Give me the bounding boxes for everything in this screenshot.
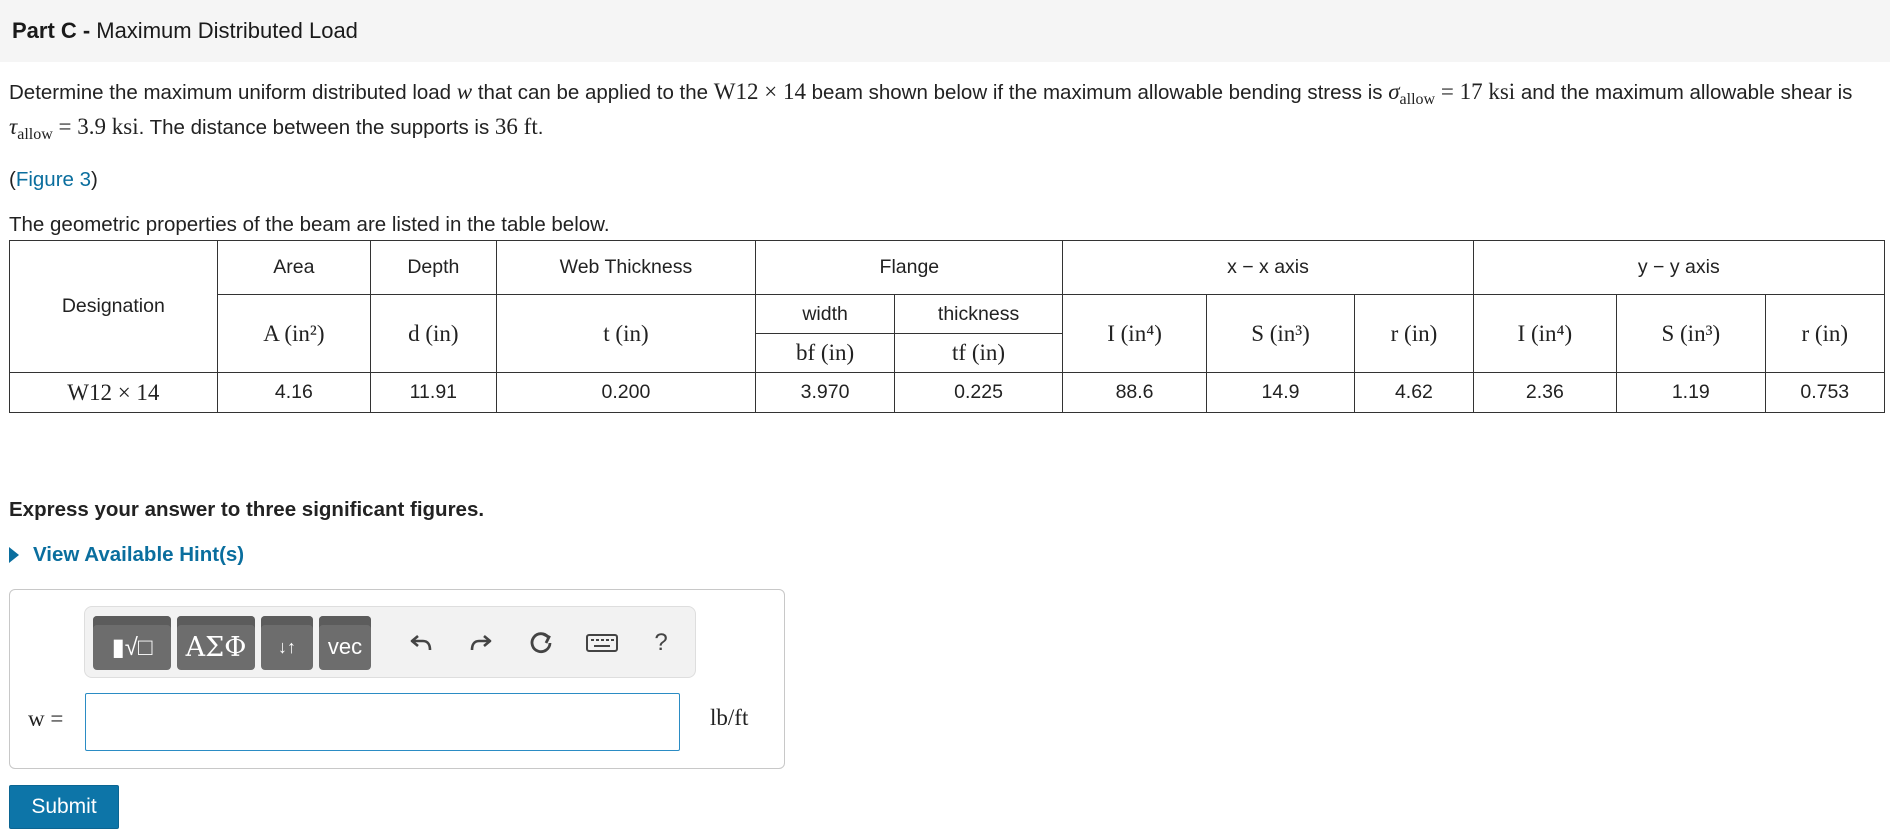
vec-label: vec [327, 634, 363, 659]
header-designation: Designation [9, 240, 218, 373]
problem-text: beam shown below if the maximum allowabl… [805, 81, 1389, 104]
unit-area: A (in²) [216, 294, 372, 373]
problem-text: and the maximum allowable shear is [1515, 81, 1853, 104]
figure-reference: (Figure 3) [9, 168, 1881, 192]
math-sigma-value: = 17 ksi [1435, 79, 1516, 104]
part-title: Maximum Distributed Load [96, 18, 358, 43]
problem-text: that can be applied to the [472, 81, 714, 104]
templates-icon: ▮√□ [111, 633, 153, 661]
greek-label: ΑΣΦ [185, 631, 247, 663]
header-web-thickness: Web Thickness [495, 240, 757, 295]
vector-button[interactable]: vec [319, 616, 371, 670]
unit-depth: d (in) [370, 294, 497, 373]
arrows-icon: ↓↑ [278, 636, 296, 657]
math-designation: W12 × 14 [713, 79, 806, 104]
templates-button[interactable]: ▮√□ [93, 616, 171, 670]
unit-ix: I (in⁴) [1062, 294, 1207, 373]
cell-depth: 11.91 [370, 372, 497, 413]
math-toolbar: ▮√□ ΑΣΦ ↓↑ vec ? [84, 606, 696, 678]
part-label: Part C - [12, 18, 91, 43]
main-content: Determine the maximum uniform distribute… [0, 78, 1890, 829]
cell-rx: 4.62 [1354, 372, 1474, 413]
cell-web: 0.200 [495, 372, 757, 413]
cell-ry: 0.753 [1764, 372, 1886, 413]
hint-label: View Available Hint(s) [33, 543, 245, 566]
help-button[interactable]: ? [643, 625, 679, 661]
redo-icon[interactable] [463, 625, 499, 661]
cell-area: 4.16 [216, 372, 372, 413]
math-tau: τ [9, 114, 18, 139]
figure-link[interactable]: Figure 3 [16, 168, 91, 191]
answer-input[interactable] [85, 693, 680, 751]
unit-ry: r (in) [1764, 294, 1886, 373]
unit-bf: bf (in) [755, 333, 895, 373]
answer-unit: lb/ft [710, 705, 749, 730]
math-sigma: σ [1388, 79, 1400, 104]
cell-designation: W12 × 14 [9, 372, 218, 413]
header-yy-axis: y − y axis [1472, 240, 1886, 295]
answer-box: ▮√□ ΑΣΦ ↓↑ vec ? w = lb/ft [9, 589, 785, 769]
beam-properties-table: Designation Area Depth Web Thickness Fla… [9, 240, 1886, 413]
reset-icon[interactable] [523, 625, 559, 661]
table-row: W12 × 14 4.16 11.91 0.200 3.970 0.225 88… [9, 372, 1886, 413]
math-sub-allow: allow [1399, 91, 1436, 108]
view-hints-toggle[interactable]: View Available Hint(s) [9, 543, 1881, 567]
math-sub-allow: allow [17, 126, 53, 143]
submit-button[interactable]: Submit [9, 785, 119, 829]
cell-tf: 0.225 [893, 372, 1064, 413]
greek-symbols-button[interactable]: ΑΣΦ [177, 616, 255, 670]
unit-rx: r (in) [1354, 294, 1474, 373]
header-flange: Flange [755, 240, 1064, 295]
table-caption: The geometric properties of the beam are… [9, 213, 610, 236]
problem-text: Determine the maximum uniform distribute… [9, 81, 457, 104]
header-flange-thickness: thickness [893, 294, 1064, 334]
unit-sx: S (in³) [1205, 294, 1356, 373]
math-distance: 36 ft [494, 114, 538, 139]
part-header: Part C - Maximum Distributed Load [0, 0, 1890, 62]
paren-close: ) [91, 168, 98, 191]
problem-text: . The distance between the supports is [138, 116, 495, 139]
cell-ix: 88.6 [1062, 372, 1207, 413]
header-area: Area [216, 240, 372, 295]
answer-variable-label: w = [28, 706, 64, 731]
math-tau-value: = 3.9 ksi [52, 114, 139, 139]
cell-bf: 3.970 [755, 372, 895, 413]
header-flange-width: width [755, 294, 895, 334]
cell-iy: 2.36 [1472, 372, 1618, 413]
unit-sy: S (in³) [1616, 294, 1766, 373]
cell-sx: 14.9 [1205, 372, 1356, 413]
keyboard-icon[interactable] [583, 625, 623, 661]
undo-icon[interactable] [403, 625, 439, 661]
arrows-button[interactable]: ↓↑ [261, 616, 313, 670]
unit-tf: tf (in) [893, 333, 1064, 373]
unit-iy: I (in⁴) [1472, 294, 1618, 373]
caret-right-icon [9, 547, 19, 563]
paren-open: ( [9, 168, 16, 191]
instructions: Express your answer to three significant… [9, 498, 485, 521]
math-w: w [456, 79, 473, 104]
problem-text: . [537, 116, 544, 139]
header-xx-axis: x − x axis [1062, 240, 1474, 295]
unit-web: t (in) [495, 294, 757, 373]
problem-statement: Determine the maximum uniform distribute… [9, 78, 1881, 148]
cell-sy: 1.19 [1616, 372, 1766, 413]
header-depth: Depth [370, 240, 497, 295]
